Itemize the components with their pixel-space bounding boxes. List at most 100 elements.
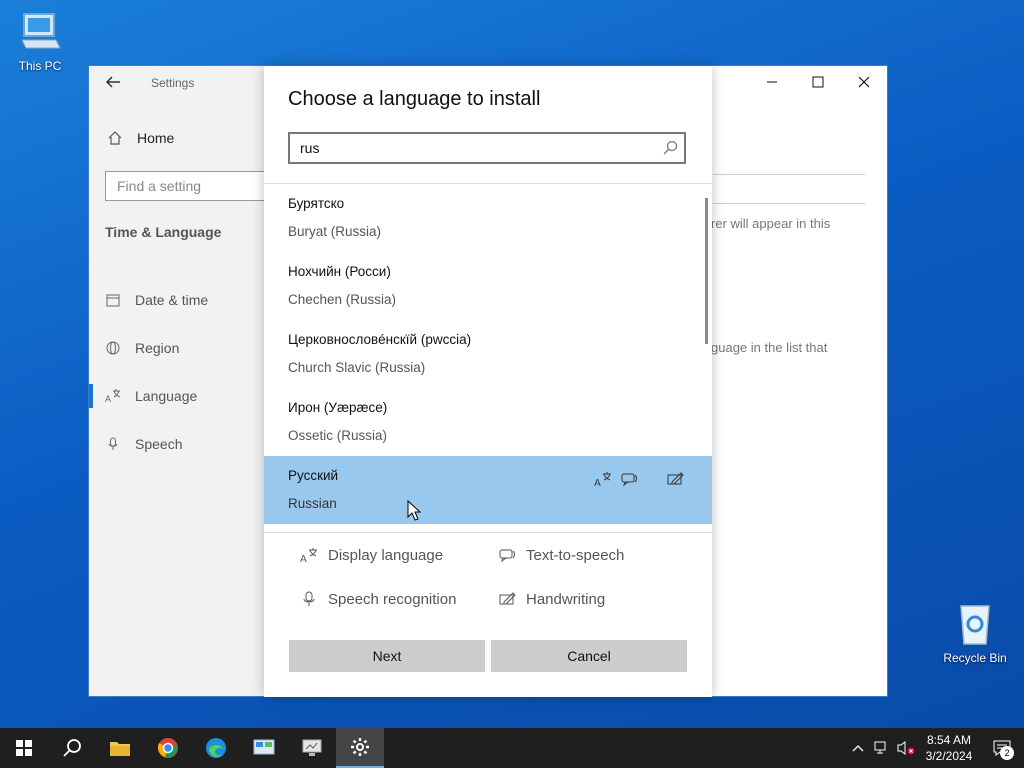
nav-item-speech[interactable]: Speech: [89, 420, 265, 468]
network-tray-button[interactable]: [870, 728, 894, 768]
legend-text-to-speech-label: Text-to-speech: [526, 546, 625, 564]
app-title: Settings: [151, 76, 195, 90]
language-icon: A: [105, 388, 121, 404]
language-item-ossetic[interactable]: Ирон (Уæрæсе) Ossetic (Russia): [264, 388, 712, 456]
window-controls: [749, 66, 887, 98]
chrome-icon: [157, 738, 178, 758]
computer-icon: [21, 13, 61, 49]
language-english-name: Church Slavic (Russia): [288, 360, 426, 375]
legend-speech-recognition-label: Speech recognition: [328, 590, 457, 608]
this-pc-label: This PC: [18, 59, 62, 73]
action-center-button[interactable]: 2: [980, 728, 1024, 768]
file-explorer-taskbar-button[interactable]: [96, 728, 144, 768]
settings-sidebar: Settings Home Find a setting Time & Lang…: [89, 66, 295, 696]
language-search-input[interactable]: rus: [288, 132, 686, 164]
section-title: Time & Language: [105, 224, 222, 240]
list-scrollbar[interactable]: [705, 198, 708, 344]
mouse-cursor-icon: [407, 500, 421, 521]
language-english-name: Chechen (Russia): [288, 292, 397, 307]
nav-label-language: Language: [135, 388, 198, 404]
display-language-icon: A: [594, 472, 611, 488]
back-arrow-icon: [105, 76, 120, 88]
recycle-bin-desktop-icon[interactable]: Recycle Bin: [935, 600, 1015, 665]
control-panel-taskbar-button[interactable]: [240, 728, 288, 768]
svg-text:A: A: [105, 395, 112, 404]
app-taskbar-button[interactable]: [288, 728, 336, 768]
taskbar: 8:54 AM 3/2/2024 2: [0, 728, 1024, 768]
maximize-icon: [812, 76, 824, 88]
language-item-russian[interactable]: Русский Russian A: [264, 456, 712, 524]
microphone-icon: [105, 436, 121, 452]
background-search-line: [713, 174, 865, 204]
language-english-name: Russian: [288, 496, 337, 511]
edge-taskbar-button[interactable]: [192, 728, 240, 768]
close-icon: [858, 76, 870, 88]
language-feature-icons: A: [594, 470, 684, 488]
language-item-church-slavic[interactable]: Церковнословéнскїй (рwссіа) Church Slavi…: [264, 320, 712, 388]
taskbar-clock[interactable]: 8:54 AM 3/2/2024: [918, 732, 980, 764]
legend-handwriting-label: Handwriting: [526, 590, 606, 608]
choose-language-dialog: Choose a language to install rus Бурятск…: [264, 66, 712, 697]
start-button[interactable]: [0, 728, 48, 768]
find-setting-placeholder: Find a setting: [117, 178, 202, 194]
side-nav: Date & time Region A Language Speech: [89, 276, 265, 468]
search-icon: [63, 739, 81, 757]
gear-icon: [351, 738, 369, 756]
minimize-icon: [767, 81, 777, 83]
control-panel-icon: [253, 739, 275, 755]
language-native-name: Церковнословéнскїй (рwссіа): [288, 332, 472, 347]
nav-item-language[interactable]: A Language: [89, 372, 265, 420]
search-icon: [663, 140, 678, 155]
language-english-name: Buryat (Russia): [288, 224, 382, 239]
clock-time: 8:54 AM: [926, 733, 972, 747]
chevron-up-icon: [852, 745, 864, 752]
legend-handwriting: Handwriting: [498, 590, 605, 608]
search-taskbar-button[interactable]: [48, 728, 96, 768]
close-button[interactable]: [841, 66, 887, 98]
windows-logo-icon: [16, 740, 32, 756]
language-native-name: Бурятско: [288, 196, 345, 211]
language-native-name: Нохчийн (Росси): [288, 264, 391, 279]
maximize-button[interactable]: [795, 66, 841, 98]
show-hidden-icons-button[interactable]: [846, 728, 870, 768]
volume-tray-button[interactable]: [894, 728, 918, 768]
language-item-buryat[interactable]: Бурятско Buryat (Russia): [264, 184, 712, 252]
nav-label-date-time: Date & time: [135, 292, 209, 308]
svg-text:A: A: [594, 478, 601, 488]
settings-taskbar-button[interactable]: [336, 728, 384, 768]
list-bottom-divider: [264, 532, 712, 533]
language-english-name: Ossetic (Russia): [288, 428, 388, 443]
nav-item-date-time[interactable]: Date & time: [89, 276, 265, 324]
home-icon: [108, 131, 122, 145]
clock-date: 3/2/2024: [925, 749, 973, 763]
background-text-1: rer will appear in this: [711, 216, 831, 231]
dialog-title: Choose a language to install: [288, 88, 541, 110]
nav-label-speech: Speech: [135, 436, 183, 452]
legend-display-language-label: Display language: [328, 546, 444, 564]
text-to-speech-icon: [499, 549, 515, 563]
cancel-button[interactable]: Cancel: [491, 640, 687, 672]
next-button[interactable]: Next: [289, 640, 485, 672]
minimize-button[interactable]: [749, 66, 795, 98]
search-value: rus: [300, 140, 320, 156]
recycle-bin-icon: [960, 605, 990, 645]
legend-text-to-speech: Text-to-speech: [498, 546, 624, 564]
language-native-name: Ирон (Уæрæсе): [288, 400, 388, 415]
this-pc-desktop-icon[interactable]: This PC: [0, 10, 80, 73]
chrome-taskbar-button[interactable]: [144, 728, 192, 768]
globe-icon: [105, 340, 121, 356]
nav-item-region[interactable]: Region: [89, 324, 265, 372]
legend-speech-recognition: Speech recognition: [300, 590, 456, 608]
legend-display-language: A Display language: [300, 546, 444, 565]
system-tray: 8:54 AM 3/2/2024 2: [846, 728, 1024, 768]
home-nav-item[interactable]: Home: [107, 130, 174, 146]
nav-label-region: Region: [135, 340, 180, 356]
back-button[interactable]: [105, 74, 125, 94]
language-item-chechen[interactable]: Нохчийн (Росси) Chechen (Russia): [264, 252, 712, 320]
notification-count-badge: 2: [1000, 746, 1014, 760]
edge-icon: [206, 738, 226, 758]
microphone-icon: [303, 591, 315, 606]
speaker-muted-icon: [897, 741, 915, 755]
calendar-icon: [105, 292, 121, 308]
recycle-bin-label: Recycle Bin: [943, 651, 1007, 665]
